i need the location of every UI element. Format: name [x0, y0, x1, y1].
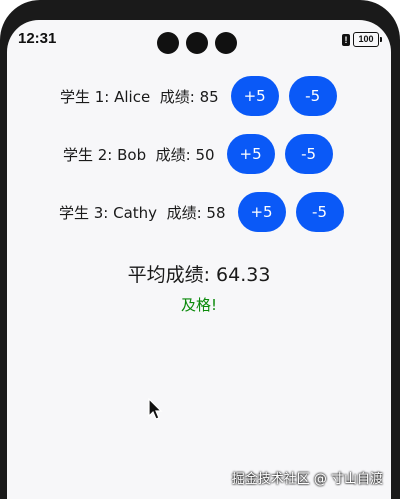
status-bar: 12:31 ! 100 [7, 20, 391, 64]
battery-icon: 100 [353, 32, 382, 47]
student-info: 学生 1: Alice 成绩: 85 [60, 87, 219, 106]
increase-score-button[interactable]: +5 [230, 76, 279, 116]
camera-dot [157, 32, 179, 54]
student-row-1: 学生 1: Alice 成绩: 85 +5 -5 [60, 74, 337, 118]
decrease-score-button[interactable]: -5 [284, 134, 333, 174]
alert-icon: ! [342, 33, 350, 46]
average-score: 平均成绩: 64.33 [127, 264, 271, 286]
mouse-cursor-icon [148, 398, 163, 420]
pass-status: 及格! [180, 296, 217, 314]
student-row-3: 学生 3: Cathy 成绩: 58 +5 -5 [59, 190, 344, 234]
student-info: 学生 3: Cathy 成绩: 58 [59, 203, 226, 222]
app-screen: 12:31 ! 100 学生 1: Alice 成绩: 85 +5 -5 学生 … [7, 20, 391, 499]
increase-score-button[interactable]: +5 [237, 192, 286, 232]
decrease-score-button[interactable]: -5 [288, 76, 337, 116]
camera-dot [215, 32, 237, 54]
decrease-score-button[interactable]: -5 [295, 192, 344, 232]
student-info: 学生 2: Bob 成绩: 50 [63, 145, 215, 164]
phone-frame: 12:31 ! 100 学生 1: Alice 成绩: 85 +5 -5 学生 … [0, 0, 400, 499]
status-icons: ! 100 [342, 32, 382, 47]
camera-dot [186, 32, 208, 54]
student-row-2: 学生 2: Bob 成绩: 50 +5 -5 [63, 132, 333, 176]
watermark: 掘金技术社区 @ 寸山自渡 [231, 472, 383, 487]
increase-score-button[interactable]: +5 [226, 134, 275, 174]
status-time: 12:31 [18, 30, 57, 47]
